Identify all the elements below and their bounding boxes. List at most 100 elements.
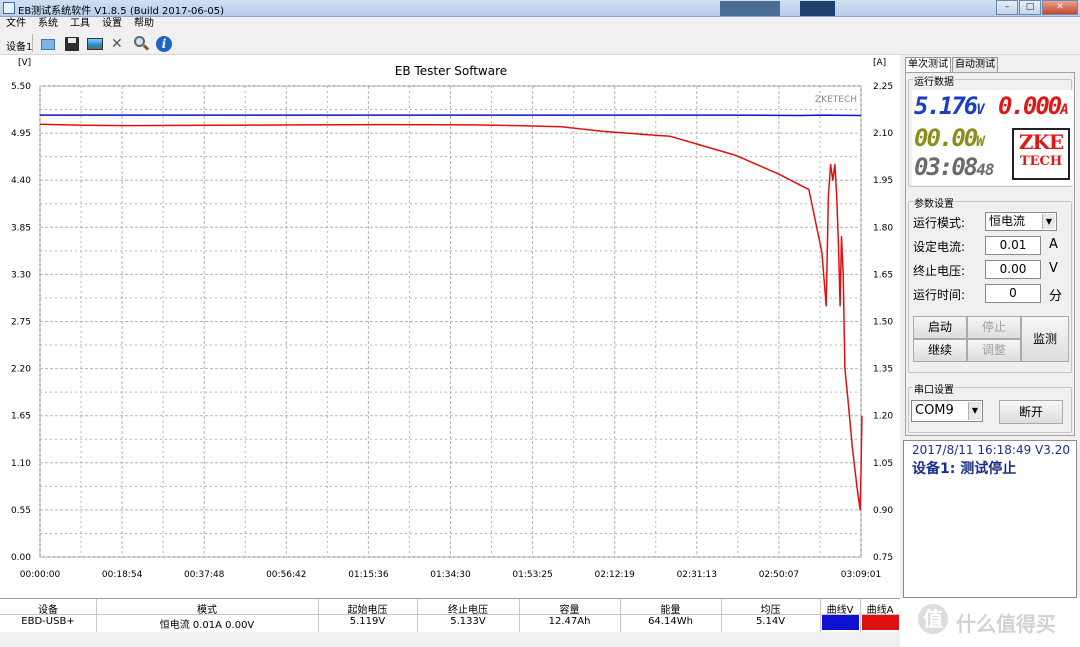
status-strip: [0, 632, 900, 647]
voltage-current-chart[interactable]: 5.50 4.95 4.40 3.85 3.30 2.75 2.20 1.65 1.10 0.55…: [0, 55, 900, 598]
serial-settings-title: 串口设置: [913, 381, 955, 396]
y-left-axis-unit: [V]: [18, 58, 31, 68]
menu-tools[interactable]: 工具: [64, 17, 96, 31]
x-tick-label: 01:34:30: [430, 570, 471, 580]
title-bar: EB测试系统软件 V1.8.5 (Build 2017-06-05) – □ ✕: [0, 0, 1080, 17]
cell-energy: 64.14Wh: [648, 616, 693, 627]
curve-v-color-swatch[interactable]: [822, 615, 859, 630]
voltage-readout: 5.176V: [914, 92, 985, 120]
close-button[interactable]: ✕: [1042, 0, 1078, 15]
folder-open-icon[interactable]: [38, 34, 56, 52]
cell-end-voltage: 5.133V: [450, 616, 486, 627]
tab-auto-test[interactable]: 自动测试: [952, 57, 998, 72]
app-icon: [3, 2, 15, 14]
header-device: 设备: [38, 605, 58, 614]
y-right-tick-label: 1.20: [873, 412, 893, 422]
cutoff-voltage-label: 终止电压:: [913, 264, 966, 278]
monitor-button[interactable]: 监测: [1021, 316, 1069, 362]
y-left-tick-label: 3.30: [11, 270, 31, 280]
y-right-tick-label: 1.50: [873, 318, 893, 328]
runtime-input[interactable]: 0: [985, 284, 1041, 303]
x-tick-label: 00:18:54: [102, 570, 143, 580]
header-start-voltage: 起始电压: [347, 605, 388, 614]
disconnect-button[interactable]: 断开: [999, 400, 1063, 424]
param-settings-title: 参数设置: [913, 195, 955, 210]
cutoff-voltage-input[interactable]: 0.00: [985, 260, 1041, 279]
y-right-tick-label: 1.05: [873, 459, 893, 469]
info-icon[interactable]: i: [154, 34, 172, 52]
x-tick-label: 01:53:25: [512, 570, 552, 580]
tools-icon[interactable]: ✕: [109, 34, 127, 52]
serial-settings-group: 串口设置 COM9 ▼ 断开: [908, 381, 1072, 433]
cell-device: EBD-USB+: [21, 616, 75, 627]
set-current-input[interactable]: 0.01: [985, 236, 1041, 255]
header-mode: 模式: [197, 605, 217, 614]
x-tick-label: 01:15:36: [348, 570, 389, 580]
y-right-tick-label: 1.95: [873, 176, 893, 186]
curve-a-color-swatch[interactable]: [862, 615, 899, 630]
mode-select[interactable]: 恒电流 ▼: [985, 212, 1057, 231]
x-tick-label: 03:09:01: [841, 570, 881, 580]
y-right-tick-label: 1.35: [873, 365, 893, 375]
y-left-tick-label: 4.40: [11, 176, 31, 186]
y-left-tick-label: 4.95: [11, 129, 31, 139]
continue-button[interactable]: 继续: [913, 339, 967, 362]
x-tick-label: 02:50:07: [759, 570, 799, 580]
menu-bar: 文件 系统 工具 设置 帮助: [0, 17, 1080, 31]
menu-file[interactable]: 文件: [0, 17, 32, 31]
tab-bar: 单次测试 自动测试: [905, 57, 999, 73]
chevron-down-icon[interactable]: ▼: [968, 402, 981, 420]
running-data-group: 运行数据 5.176V 0.000A 00.00W 03:0848 ZKE TE…: [908, 73, 1073, 187]
image-icon[interactable]: [85, 34, 103, 52]
y-left-tick-label: 0.55: [11, 506, 31, 516]
runtime-label: 运行时间:: [913, 288, 966, 302]
header-energy: 能量: [660, 605, 681, 614]
y-right-tick-label: 2.25: [873, 82, 893, 92]
toolbar: 设备1 ✕ i: [0, 31, 1080, 55]
runtime-unit: 分: [1049, 289, 1063, 304]
chevron-down-icon[interactable]: ▼: [1042, 214, 1055, 229]
header-capacity: 容量: [559, 605, 580, 614]
menu-help[interactable]: 帮助: [128, 17, 160, 31]
menu-system[interactable]: 系统: [32, 17, 64, 31]
summary-table: 设备 模式 起始电压 终止电压 容量 能量 均压 曲线V 曲线A EBD-USB…: [0, 598, 900, 632]
cutoff-unit: V: [1049, 261, 1058, 276]
maximize-button[interactable]: □: [1019, 0, 1041, 15]
header-curve-a: 曲线A: [866, 605, 894, 614]
watermark-icon: 值: [918, 604, 948, 634]
menu-settings[interactable]: 设置: [96, 17, 128, 31]
device-selector[interactable]: 设备1: [6, 38, 32, 53]
current-unit: A: [1049, 237, 1058, 252]
save-icon[interactable]: [62, 34, 80, 52]
y-left-tick-label: 1.65: [11, 412, 31, 422]
tab-single-test[interactable]: 单次测试: [905, 57, 951, 73]
running-data-title: 运行数据: [913, 73, 955, 88]
y-left-tick-label: 2.75: [11, 318, 31, 328]
adjust-button[interactable]: 调整: [967, 339, 1021, 362]
status-message: 设备1: 测试停止: [912, 461, 1017, 477]
x-tick-label: 00:56:42: [266, 570, 306, 580]
y-right-tick-label: 1.80: [873, 223, 893, 233]
search-icon[interactable]: [131, 34, 150, 52]
watermark-text: 什么值得买: [956, 612, 1056, 636]
cell-capacity: 12.47Ah: [548, 616, 591, 627]
x-tick-label: 02:31:13: [677, 570, 717, 580]
elapsed-time-readout: 03:0848: [914, 153, 995, 181]
chart-watermark: ZKETECH: [815, 95, 857, 105]
y-left-tick-label: 0.00: [11, 553, 31, 563]
port-select[interactable]: COM9 ▼: [911, 400, 983, 422]
y-right-tick-label: 1.65: [873, 270, 893, 280]
minimize-button[interactable]: –: [996, 0, 1018, 15]
chart-panel: 5.50 4.95 4.40 3.85 3.30 2.75 2.20 1.65 1.10 0.55…: [0, 55, 900, 598]
power-readout: 00.00W: [914, 124, 985, 152]
x-tick-label: 00:37:48: [184, 570, 225, 580]
start-button[interactable]: 启动: [913, 316, 967, 339]
stop-button[interactable]: 停止: [967, 316, 1021, 339]
watermark: 值 什么值得买: [910, 598, 1080, 647]
y-left-tick-label: 3.85: [11, 223, 31, 233]
window-controls: – □ ✕: [995, 0, 1078, 15]
cell-start-voltage: 5.119V: [349, 616, 386, 627]
chart-title: EB Tester Software: [395, 64, 507, 78]
status-panel: 2017/8/11 16:18:49 V3.20 设备1: 测试停止: [903, 440, 1077, 598]
cell-mode: 恒电流 0.01A 0.00V: [159, 620, 255, 629]
